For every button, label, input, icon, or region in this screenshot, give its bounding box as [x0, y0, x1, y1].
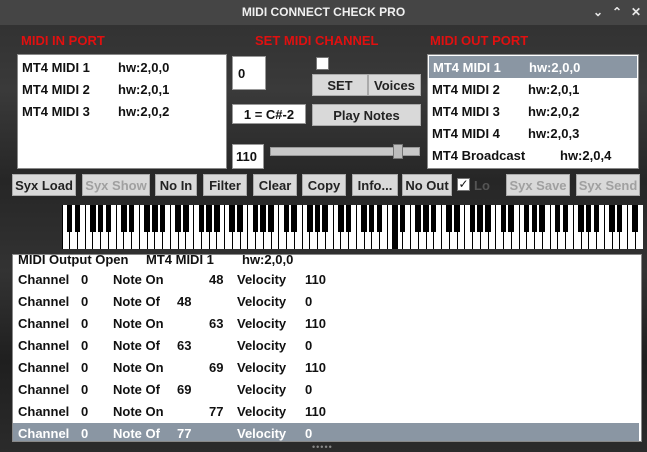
black-key[interactable]: [306, 205, 313, 232]
midi-out-label: MIDI OUT PORT: [430, 33, 529, 48]
black-key[interactable]: [477, 205, 483, 232]
midi-out-list[interactable]: MT4 MIDI 1 hw:2,0,0 MT4 MIDI 2 hw:2,0,1 MT…: [427, 54, 639, 169]
chevron-up-icon[interactable]: ⌃: [612, 0, 622, 25]
log-row[interactable]: Channel 0 Note Of 48 Velocity 0: [13, 291, 639, 313]
channel-input[interactable]: 0: [232, 56, 266, 90]
app-window: MIDI CONNECT CHECK PRO ⌄ ⌃ ✕ MIDI IN POR…: [0, 0, 647, 452]
checkbox-label-hidden: Lo: [474, 178, 490, 193]
clear-button[interactable]: Clear: [253, 174, 297, 196]
midi-in-list[interactable]: MT4 MIDI 1 hw:2,0,0 MT4 MIDI 2 hw:2,0,1 MT…: [17, 54, 227, 169]
black-key[interactable]: [554, 205, 561, 232]
black-key[interactable]: [74, 205, 81, 232]
black-key[interactable]: [562, 205, 569, 232]
black-key[interactable]: [144, 205, 150, 232]
black-key[interactable]: [423, 205, 429, 232]
black-key[interactable]: [500, 205, 507, 232]
voices-button[interactable]: Voices: [368, 74, 421, 96]
set-channel-label: SET MIDI CHANNEL: [255, 33, 379, 48]
black-key[interactable]: [90, 205, 96, 232]
copy-button[interactable]: Copy: [302, 174, 346, 196]
checkbox-checked[interactable]: ✓: [457, 178, 470, 191]
black-key[interactable]: [376, 205, 383, 232]
black-key[interactable]: [291, 205, 298, 232]
black-key[interactable]: [368, 205, 375, 232]
black-key[interactable]: [469, 205, 476, 232]
no-in-button[interactable]: No In: [155, 174, 197, 196]
black-key[interactable]: [152, 205, 158, 232]
black-key[interactable]: [345, 205, 352, 232]
black-key[interactable]: [539, 205, 545, 232]
black-key[interactable]: [361, 205, 367, 232]
slider-knob[interactable]: [393, 144, 403, 159]
black-key[interactable]: [268, 205, 274, 232]
piano-keyboard[interactable]: [62, 205, 643, 249]
black-key[interactable]: [616, 205, 623, 232]
title-bar: MIDI CONNECT CHECK PRO ⌄ ⌃ ✕: [0, 0, 647, 25]
black-key[interactable]: [283, 205, 290, 232]
play-notes-button[interactable]: Play Notes: [312, 104, 421, 126]
black-key[interactable]: [585, 205, 592, 232]
black-key[interactable]: [252, 205, 259, 232]
black-key[interactable]: [337, 205, 344, 232]
black-key[interactable]: [229, 205, 236, 232]
note-display: 1 = C#-2: [232, 104, 306, 124]
window-title: MIDI CONNECT CHECK PRO: [241, 5, 406, 19]
black-key[interactable]: [508, 205, 514, 232]
black-key[interactable]: [175, 205, 181, 232]
log-row[interactable]: Channel 0 Note On 48 Velocity 110: [13, 269, 639, 291]
black-key[interactable]: [97, 205, 104, 232]
black-key[interactable]: [415, 205, 421, 232]
close-icon[interactable]: ✕: [631, 0, 641, 25]
black-key[interactable]: [578, 205, 584, 232]
black-key[interactable]: [121, 205, 127, 232]
out-port-row-selected[interactable]: MT4 MIDI 1 hw:2,0,0: [429, 56, 637, 78]
chevron-down-icon[interactable]: ⌄: [593, 0, 603, 25]
black-key[interactable]: [531, 205, 538, 232]
black-key[interactable]: [314, 205, 321, 232]
log-row-selected[interactable]: Channel 0 Note Of 77 Velocity 0: [13, 423, 639, 441]
black-key[interactable]: [198, 205, 205, 232]
no-out-button[interactable]: No Out: [402, 174, 452, 196]
black-key[interactable]: [609, 205, 615, 232]
black-key[interactable]: [446, 205, 452, 232]
midi-log[interactable]: MIDI Output Open MT4 MIDI 1 hw:2,0,0 Cha…: [12, 254, 642, 442]
resize-grip-icon[interactable]: •••••: [312, 442, 333, 452]
black-key[interactable]: [322, 205, 329, 232]
log-row[interactable]: Channel 0 Note On 69 Velocity 110: [13, 357, 639, 379]
log-row[interactable]: Channel 0 Note Of 63 Velocity 0: [13, 335, 639, 357]
black-key[interactable]: [237, 205, 243, 232]
black-key[interactable]: [206, 205, 212, 232]
velocity-slider[interactable]: [270, 144, 420, 159]
filter-button[interactable]: Filter: [203, 174, 247, 196]
syx-save-button[interactable]: Syx Save: [506, 174, 570, 196]
checkbox[interactable]: [316, 57, 329, 70]
black-key[interactable]: [430, 205, 437, 232]
black-key[interactable]: [213, 205, 220, 232]
black-key[interactable]: [485, 205, 491, 232]
midi-in-label: MIDI IN PORT: [21, 33, 105, 48]
syx-load-button[interactable]: Syx Load: [12, 174, 76, 196]
info-button[interactable]: Info...: [352, 174, 398, 196]
syx-show-button[interactable]: Syx Show: [82, 174, 150, 196]
black-key[interactable]: [523, 205, 530, 232]
log-row[interactable]: Channel 0 Note On 63 Velocity 110: [13, 313, 639, 335]
log-row[interactable]: Channel 0 Note On 77 Velocity 110: [13, 401, 639, 423]
velocity-input[interactable]: 110: [232, 144, 264, 169]
black-key[interactable]: [399, 205, 406, 232]
black-key[interactable]: [454, 205, 460, 232]
black-key[interactable]: [66, 205, 73, 232]
syx-send-button[interactable]: Syx Send: [576, 174, 640, 196]
black-key[interactable]: [128, 205, 135, 232]
black-key[interactable]: [159, 205, 166, 232]
set-button[interactable]: SET: [312, 74, 368, 96]
black-key[interactable]: [105, 205, 112, 232]
black-key[interactable]: [632, 205, 638, 232]
black-key[interactable]: [183, 205, 189, 232]
black-key-active[interactable]: [392, 205, 398, 249]
black-key[interactable]: [593, 205, 600, 232]
log-row[interactable]: Channel 0 Note Of 69 Velocity 0: [13, 379, 639, 401]
black-key[interactable]: [260, 205, 267, 232]
